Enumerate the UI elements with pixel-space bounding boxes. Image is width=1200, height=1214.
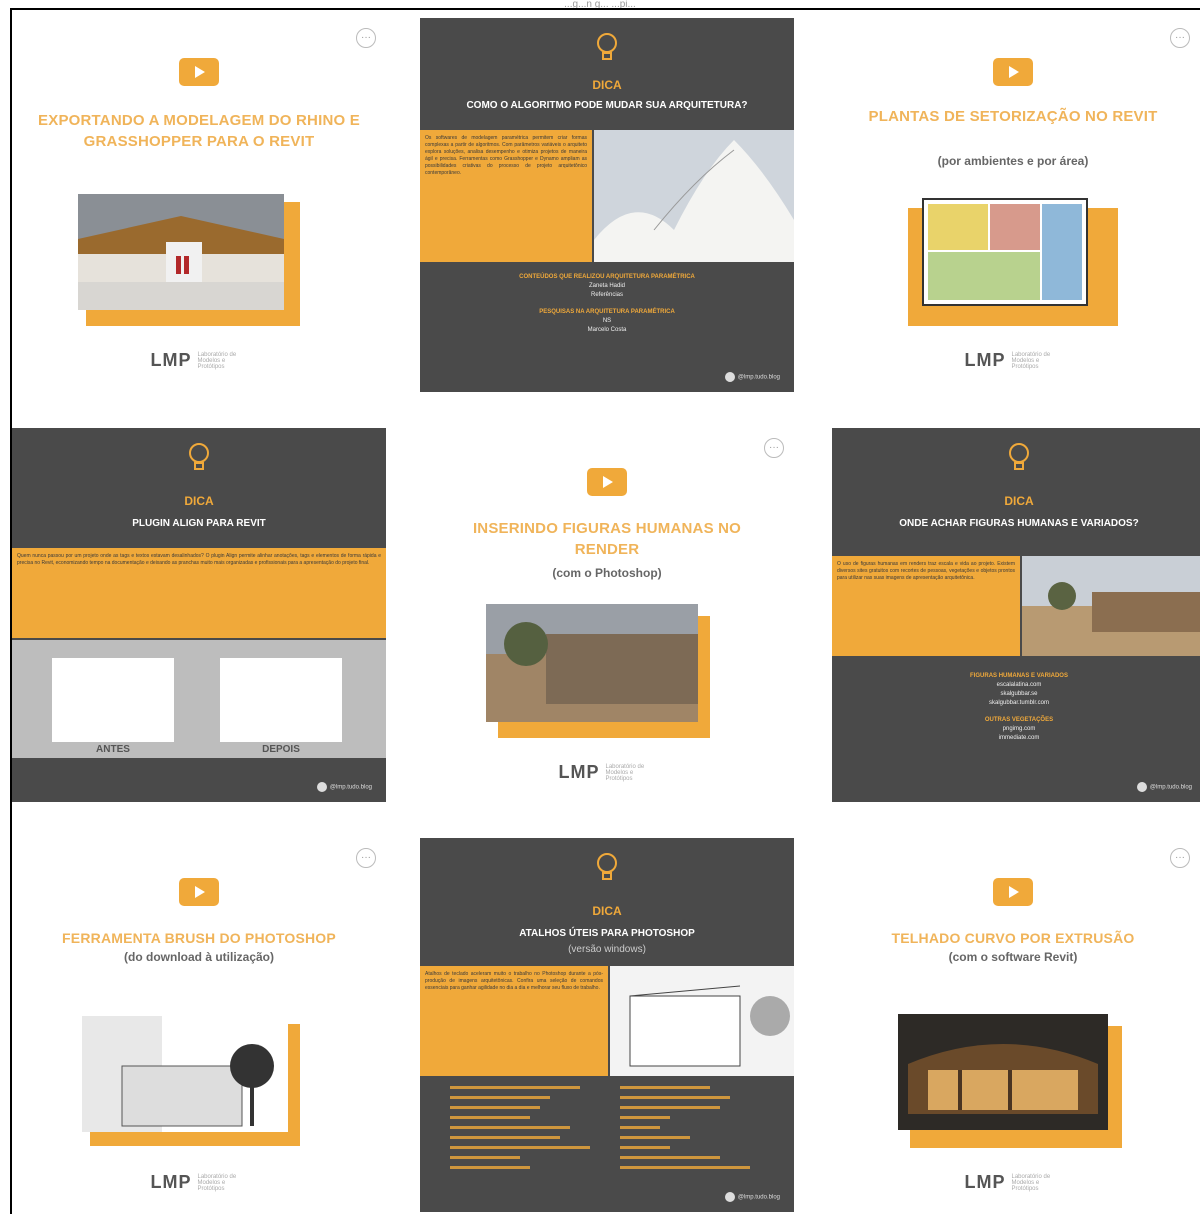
account-handle[interactable]: @lmp.tudo.blog bbox=[1137, 782, 1192, 792]
post-title: ONDE ACHAR FIGURAS HUMANAS E VARIADOS? bbox=[899, 518, 1139, 529]
before-label: ANTES bbox=[96, 744, 130, 755]
play-icon bbox=[179, 878, 219, 906]
dica-label: DICA bbox=[184, 494, 214, 508]
comparison-panel: ANTES DEPOIS bbox=[12, 640, 386, 758]
post-subtitle: (versão windows) bbox=[568, 944, 646, 955]
post-tile-exportando[interactable]: ··· EXPORTANDO A MODELAGEM DO RHINO E GR… bbox=[12, 18, 386, 392]
dica-label: DICA bbox=[592, 78, 622, 92]
lmp-logo: LMP Laboratório de Modelos e Protótipos bbox=[964, 350, 1051, 371]
post-title: TELHADO CURVO POR EXTRUSÃO bbox=[891, 930, 1135, 946]
post-subtitle: (por ambientes e por área) bbox=[937, 154, 1089, 168]
sketch-image bbox=[82, 1016, 288, 1132]
lightbulb-icon bbox=[189, 443, 209, 470]
more-options-icon[interactable]: ··· bbox=[1170, 28, 1190, 48]
dica-label: DICA bbox=[592, 904, 622, 918]
after-image bbox=[220, 658, 342, 742]
render-image bbox=[78, 194, 284, 310]
post-title: EXPORTANDO A MODELAGEM DO RHINO E GRASSH… bbox=[38, 112, 360, 150]
post-tile-algoritmo[interactable]: DICA COMO O ALGORITMO PODE MUDAR SUA ARQ… bbox=[420, 18, 794, 392]
post-tile-plugin-align[interactable]: DICA PLUGIN ALIGN PARA REVIT Quem nunca … bbox=[12, 428, 386, 802]
lmp-logo: LMP Laboratório de Modelos e Protótipos bbox=[150, 350, 237, 371]
lightbulb-icon bbox=[597, 33, 617, 60]
post-subtitle: (com o software Revit) bbox=[948, 950, 1078, 964]
post-tile-telhado[interactable]: ··· TELHADO CURVO POR EXTRUSÃO (com o so… bbox=[826, 838, 1200, 1212]
lightbulb-icon bbox=[597, 853, 617, 880]
render-image bbox=[486, 604, 698, 722]
credits-list: CONTEÚDOS QUE REALIZOU ARQUITETURA PARAM… bbox=[519, 274, 695, 333]
text-box: Atalhos de teclado aceleram muito o trab… bbox=[420, 966, 608, 1076]
text-box: Quem nunca passou por um projeto onde as… bbox=[12, 548, 386, 638]
post-title: FERRAMENTA BRUSH DO PHOTOSHOP bbox=[62, 930, 336, 946]
more-options-icon[interactable]: ··· bbox=[1170, 848, 1190, 868]
post-title: PLUGIN ALIGN PARA REVIT bbox=[132, 518, 266, 529]
account-handle[interactable]: @lmp.tudo.blog bbox=[725, 372, 780, 382]
lightbulb-icon bbox=[1009, 443, 1029, 470]
play-icon bbox=[587, 468, 627, 496]
night-render-image bbox=[898, 1014, 1108, 1130]
play-icon bbox=[993, 58, 1033, 86]
more-options-icon[interactable]: ··· bbox=[356, 848, 376, 868]
post-title: ATALHOS ÚTEIS PARA PHOTOSHOP bbox=[519, 928, 695, 939]
post-tile-atalhos[interactable]: DICA ATALHOS ÚTEIS PARA PHOTOSHOP (versã… bbox=[420, 838, 794, 1212]
shortcuts-list bbox=[450, 1082, 764, 1182]
text-box: Os softwares de modelagem paramétrica pe… bbox=[420, 130, 592, 262]
post-subtitle: (do download à utilização) bbox=[124, 950, 274, 964]
post-tile-plantas[interactable]: ··· PLANTAS DE SETORIZAÇÃO NO REVIT (por… bbox=[826, 18, 1200, 392]
floorplan-image bbox=[922, 198, 1088, 306]
play-icon bbox=[993, 878, 1033, 906]
dica-label: DICA bbox=[1004, 494, 1034, 508]
render-image bbox=[610, 966, 794, 1076]
post-tile-figuras[interactable]: ··· INSERINDO FIGURAS HUMANAS NO RENDER … bbox=[420, 428, 794, 802]
account-handle[interactable]: @lmp.tudo.blog bbox=[725, 1192, 780, 1202]
more-options-icon[interactable]: ··· bbox=[764, 438, 784, 458]
after-label: DEPOIS bbox=[262, 744, 300, 755]
post-tile-brush[interactable]: ··· FERRAMENTA BRUSH DO PHOTOSHOP (do do… bbox=[12, 838, 386, 1212]
lmp-logo: LMP Laboratório de Modelos e Protótipos bbox=[558, 762, 645, 783]
post-title: COMO O ALGORITMO PODE MUDAR SUA ARQUITET… bbox=[466, 100, 748, 111]
before-image bbox=[52, 658, 174, 742]
links-list: FIGURAS HUMANAS E VARIADOS escalalatina.… bbox=[970, 673, 1068, 741]
building-image bbox=[594, 130, 794, 262]
post-tile-onde-achar[interactable]: DICA ONDE ACHAR FIGURAS HUMANAS E VARIAD… bbox=[832, 428, 1200, 802]
play-icon bbox=[179, 58, 219, 86]
lmp-logo: LMP Laboratório de Modelos e Protótipos bbox=[150, 1172, 237, 1193]
text-box: O uso de figuras humanas em renders traz… bbox=[832, 556, 1020, 656]
lmp-logo: LMP Laboratório de Modelos e Protótipos bbox=[964, 1172, 1051, 1193]
more-options-icon[interactable]: ··· bbox=[356, 28, 376, 48]
post-title: INSERINDO FIGURAS HUMANAS NO RENDER bbox=[472, 520, 742, 558]
post-title: PLANTAS DE SETORIZAÇÃO NO REVIT bbox=[868, 108, 1158, 125]
post-subtitle: (com o Photoshop) bbox=[552, 566, 662, 580]
account-handle[interactable]: @lmp.tudo.blog bbox=[317, 782, 372, 792]
render-image bbox=[1022, 556, 1200, 656]
